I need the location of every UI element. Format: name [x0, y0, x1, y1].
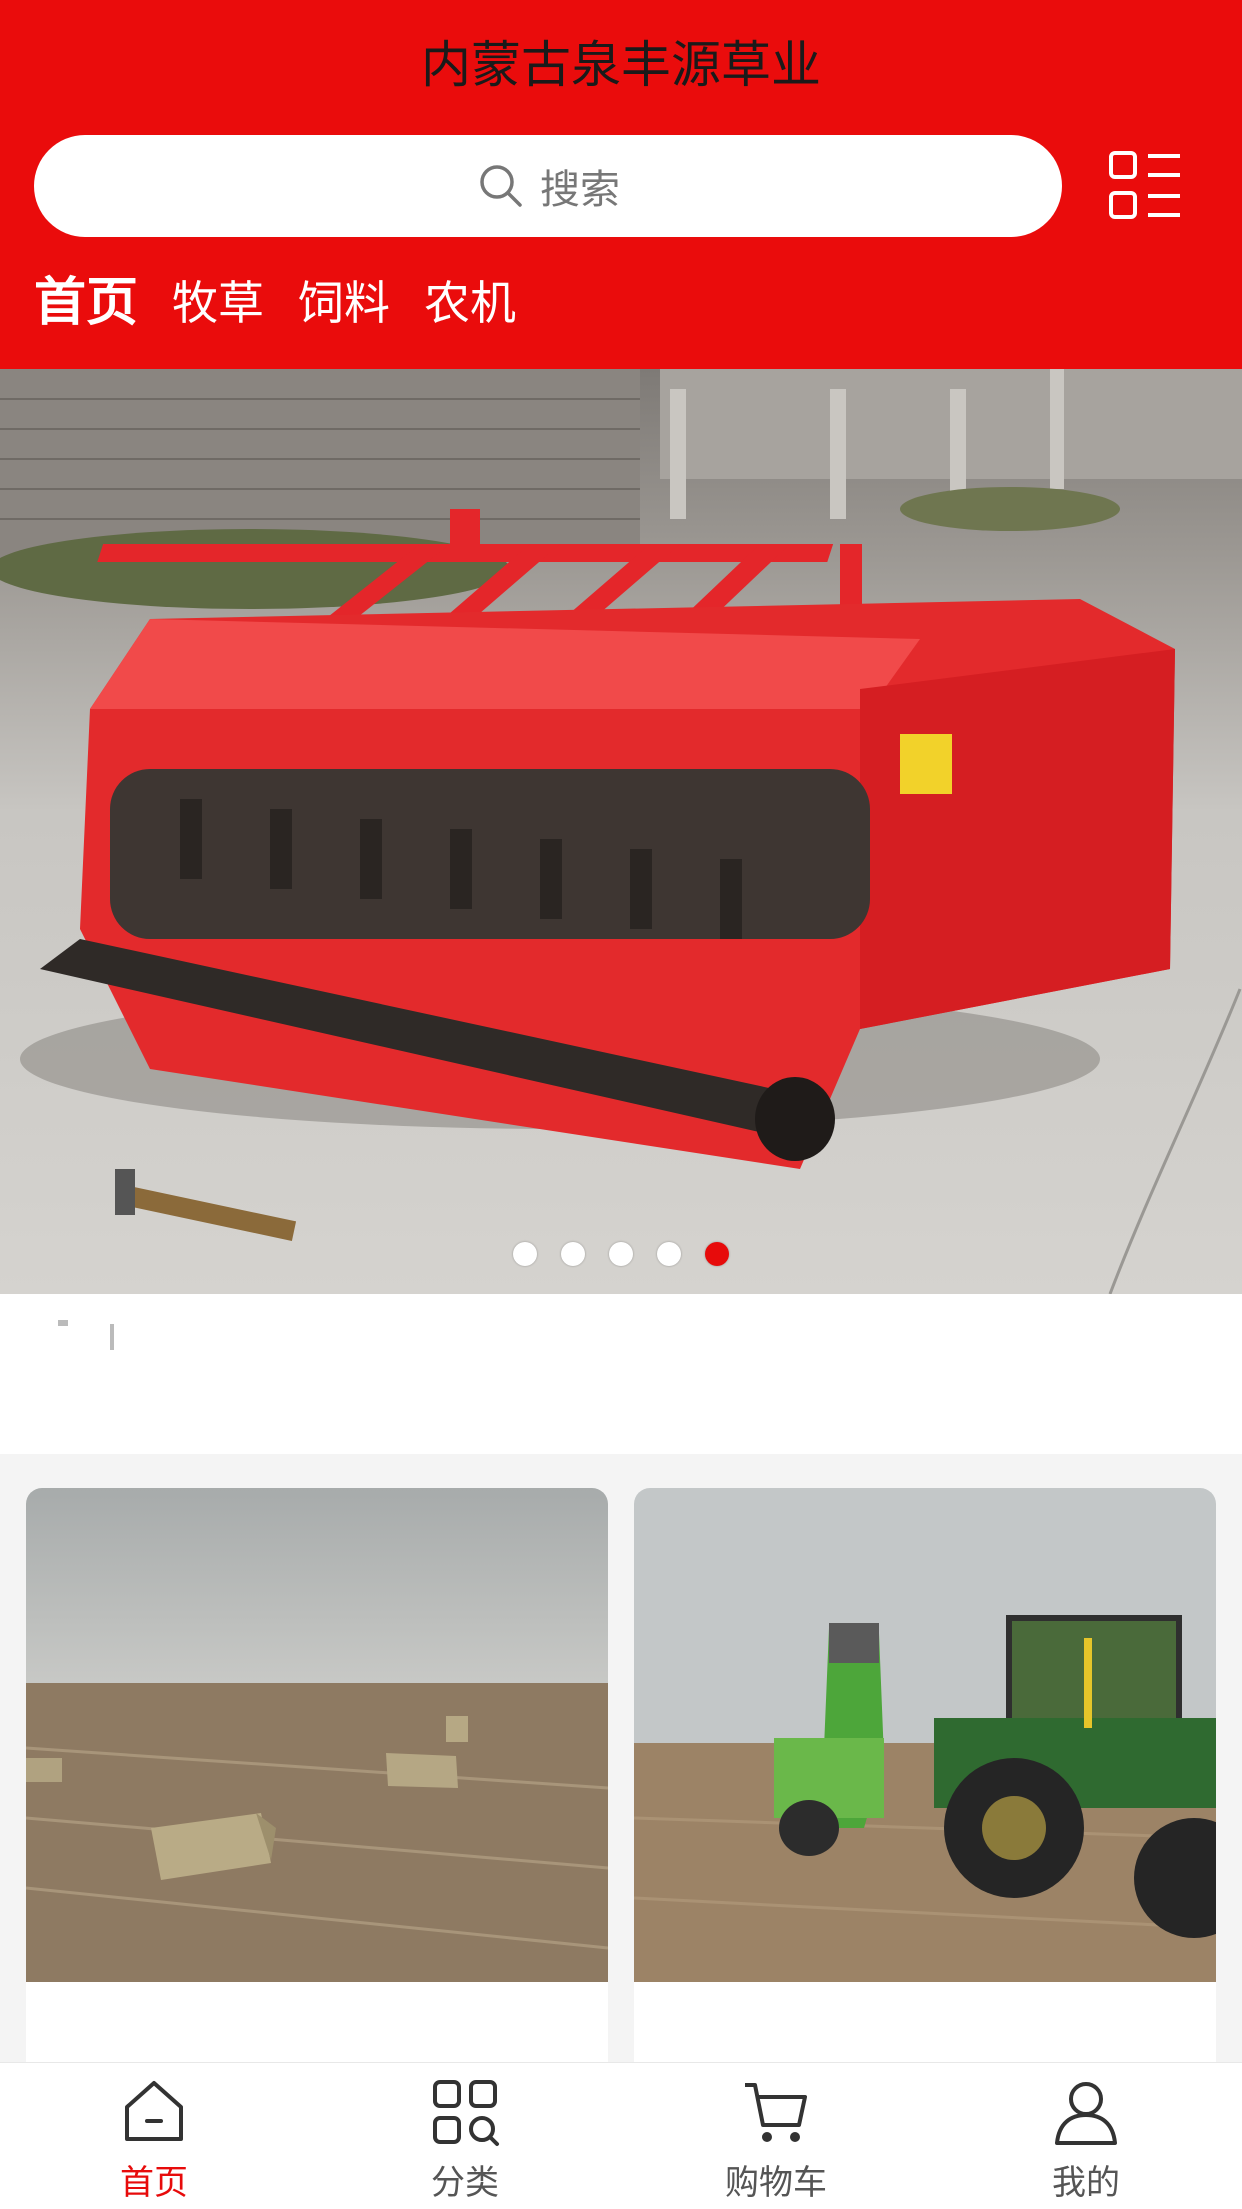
app-title: 内蒙古泉丰源草业	[421, 36, 821, 94]
product-card[interactable]: 玉米秸秆揉丝	[26, 1488, 608, 2108]
nav-cart-label: 购物车	[725, 2163, 827, 2203]
nav-cart[interactable]: 购物车	[676, 2063, 876, 2209]
product-image	[26, 1488, 608, 1982]
banner-image	[0, 369, 1242, 1294]
carousel-dot[interactable]	[561, 1242, 585, 1266]
product-image	[634, 1488, 1216, 1982]
search-placeholder: 搜索	[540, 167, 620, 213]
home-icon	[125, 2081, 183, 2141]
carousel-dot[interactable]	[609, 1242, 633, 1266]
search-icon	[480, 165, 522, 207]
cart-icon	[745, 2083, 807, 2142]
carousel-dots	[0, 1241, 1242, 1267]
search-input[interactable]: 搜索	[34, 135, 1062, 237]
category-tabs: 首页 牧草 饲料 农机	[34, 268, 550, 338]
header: 内蒙古泉丰源草业 搜索 首页 牧草 饲料 农机	[0, 0, 1242, 369]
nav-home[interactable]: 首页	[54, 2063, 254, 2209]
product-card[interactable]: 精品玉米秸秆揉丝	[634, 1488, 1216, 2108]
tab-home[interactable]: 首页	[34, 268, 138, 338]
notice-marker	[58, 1320, 68, 1326]
notice-strip[interactable]	[0, 1294, 1242, 1454]
user-icon	[1055, 2082, 1117, 2145]
carousel-dot[interactable]	[513, 1242, 537, 1266]
tab-feed[interactable]: 饲料	[298, 268, 390, 338]
product-grid: 玉米秸秆揉丝 精品玉	[0, 1454, 1242, 2108]
nav-profile-label: 我的	[1052, 2163, 1120, 2203]
nav-home-label: 首页	[120, 2163, 188, 2203]
nav-category[interactable]: 分类	[365, 2063, 565, 2209]
nav-profile[interactable]: 我的	[986, 2063, 1186, 2209]
carousel-dot-active[interactable]	[705, 1242, 729, 1266]
bottom-nav: 首页 分类 购物车 我的	[0, 2062, 1242, 2209]
carousel-dot[interactable]	[657, 1242, 681, 1266]
nav-category-label: 分类	[431, 2163, 499, 2203]
tab-forage[interactable]: 牧草	[172, 268, 264, 338]
menu-list-icon[interactable]	[1108, 148, 1184, 224]
tab-machinery[interactable]: 农机	[424, 268, 516, 338]
category-icon	[433, 2080, 499, 2146]
banner-carousel[interactable]	[0, 369, 1242, 1294]
notice-divider	[110, 1324, 114, 1350]
